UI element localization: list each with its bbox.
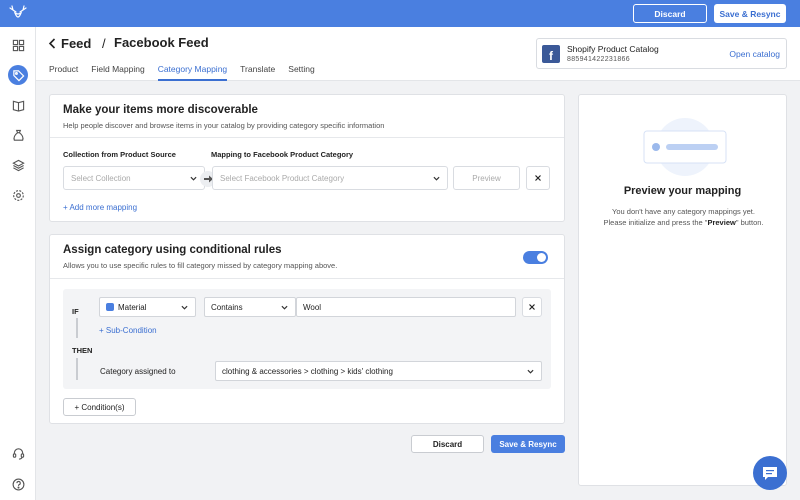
field-select[interactable]: Material — [99, 297, 196, 317]
catalog-id: 885941422231866 — [567, 56, 630, 63]
mapping-card-title: Make your items more discoverable — [63, 104, 258, 116]
condition-value-input[interactable]: Wool — [296, 297, 516, 317]
tag-icon — [12, 69, 24, 81]
save-resync-button[interactable]: Save & Resync — [491, 435, 565, 453]
then-label: THEN — [72, 346, 93, 355]
top-save-resync-button[interactable]: Save & Resync — [714, 4, 786, 23]
category-placeholder: Select Facebook Product Category — [220, 173, 345, 183]
rules-toggle[interactable] — [523, 251, 548, 264]
then-connector-line — [76, 358, 78, 380]
preview-desc-bold: Preview — [707, 218, 736, 227]
settings-icon — [12, 189, 24, 201]
sidebar — [0, 27, 36, 500]
remove-condition-button[interactable] — [522, 297, 542, 317]
sidebar-item-feeds[interactable] — [8, 65, 28, 85]
top-bar: Discard Save & Resync — [0, 0, 800, 27]
facebook-icon: f — [542, 45, 560, 63]
moneybag-icon — [12, 129, 24, 141]
conditional-rules-card: Assign category using conditional rules … — [49, 234, 565, 424]
chat-bubble-icon — [763, 466, 777, 480]
sidebar-item-support[interactable] — [8, 443, 28, 463]
tab-bar: Product Field Mapping Category Mapping T… — [49, 64, 315, 81]
tab-translate[interactable]: Translate — [240, 64, 275, 81]
chevron-down-icon — [181, 305, 188, 310]
chevron-down-icon — [281, 305, 288, 310]
add-condition-button[interactable]: + Condition(s) — [63, 398, 136, 416]
back-link[interactable]: Feed — [48, 36, 91, 51]
preview-desc-post: " button. — [735, 218, 764, 227]
catalog-name: Shopify Product Catalog — [567, 44, 659, 54]
book-icon — [12, 100, 24, 112]
chevron-down-icon — [433, 176, 440, 181]
chevron-down-icon — [527, 369, 534, 374]
chevron-down-icon — [190, 176, 197, 181]
sidebar-item-settings[interactable] — [8, 185, 28, 205]
mapping-illustration-icon — [643, 118, 727, 176]
toggle-knob — [537, 253, 546, 262]
close-icon — [535, 175, 541, 181]
layers-icon — [11, 159, 25, 171]
discard-button[interactable]: Discard — [411, 435, 484, 453]
page-title: Facebook Feed — [114, 35, 209, 50]
if-connector-line — [76, 318, 78, 338]
operator-value: Contains — [211, 302, 243, 312]
collection-select[interactable]: Select Collection — [63, 166, 205, 190]
collection-label: Collection from Product Source — [63, 150, 176, 159]
mapping-card-subtitle: Help people discover and browse items in… — [63, 121, 385, 130]
add-more-mapping-link[interactable]: + Add more mapping — [63, 203, 137, 212]
chevron-left-icon — [48, 38, 56, 49]
preview-panel: Preview your mapping You don't have any … — [578, 94, 787, 486]
operator-select[interactable]: Contains — [204, 297, 296, 317]
mapping-label: Mapping to Facebook Product Category — [211, 150, 354, 159]
preview-title: Preview your mapping — [623, 185, 742, 197]
preview-desc-line1: You don't have any category mappings yet… — [612, 207, 755, 216]
category-mapping-card: Make your items more discoverable Help p… — [49, 94, 565, 222]
field-value: Material — [118, 302, 147, 312]
sidebar-item-dashboard[interactable] — [8, 35, 28, 55]
top-discard-button[interactable]: Discard — [633, 4, 707, 23]
breadcrumb-separator: / — [102, 36, 106, 51]
if-label: IF — [72, 307, 79, 316]
catalog-box: f Shopify Product Catalog 88594142223186… — [536, 38, 787, 69]
rule-box: IF Material Contains Wool + Sub-Conditio… — [63, 289, 551, 389]
open-catalog-link[interactable]: Open catalog — [729, 49, 780, 59]
preview-desc-pre: Please initialize and press the " — [603, 218, 708, 227]
facebook-category-select[interactable]: Select Facebook Product Category — [212, 166, 448, 190]
remove-mapping-button[interactable] — [526, 166, 550, 190]
collection-placeholder: Select Collection — [71, 173, 131, 183]
help-icon — [12, 478, 24, 490]
add-sub-condition-link[interactable]: + Sub-Condition — [99, 326, 157, 335]
chat-widget-button[interactable] — [753, 456, 787, 490]
assigned-category-select[interactable]: clothing & accessories > clothing > kids… — [215, 361, 542, 381]
condition-value: Wool — [303, 302, 322, 312]
back-label: Feed — [61, 36, 92, 51]
sidebar-item-guide[interactable] — [8, 95, 28, 115]
assigned-category-value: clothing & accessories > clothing > kids… — [222, 366, 393, 376]
preview-description: You don't have any category mappings yet… — [591, 206, 776, 228]
close-icon — [529, 304, 535, 310]
deer-logo-icon — [9, 5, 27, 18]
tab-field-mapping[interactable]: Field Mapping — [91, 64, 144, 81]
sidebar-item-pricing[interactable] — [8, 125, 28, 145]
mapping-card-header: Make your items more discoverable Help p… — [50, 95, 564, 138]
category-assigned-label: Category assigned to — [100, 367, 176, 376]
tab-product[interactable]: Product — [49, 64, 78, 81]
tab-setting[interactable]: Setting — [288, 64, 314, 81]
field-type-icon — [106, 303, 114, 311]
sidebar-item-integrations[interactable] — [8, 155, 28, 175]
rules-card-subtitle: Allows you to use specific rules to fill… — [63, 261, 338, 270]
grid-icon — [12, 39, 24, 51]
rules-card-title: Assign category using conditional rules — [63, 244, 282, 256]
headset-icon — [12, 447, 24, 460]
tab-category-mapping[interactable]: Category Mapping — [157, 64, 228, 81]
preview-button[interactable]: Preview — [453, 166, 520, 190]
rules-card-header: Assign category using conditional rules … — [50, 235, 564, 279]
sidebar-item-help[interactable] — [8, 474, 28, 494]
